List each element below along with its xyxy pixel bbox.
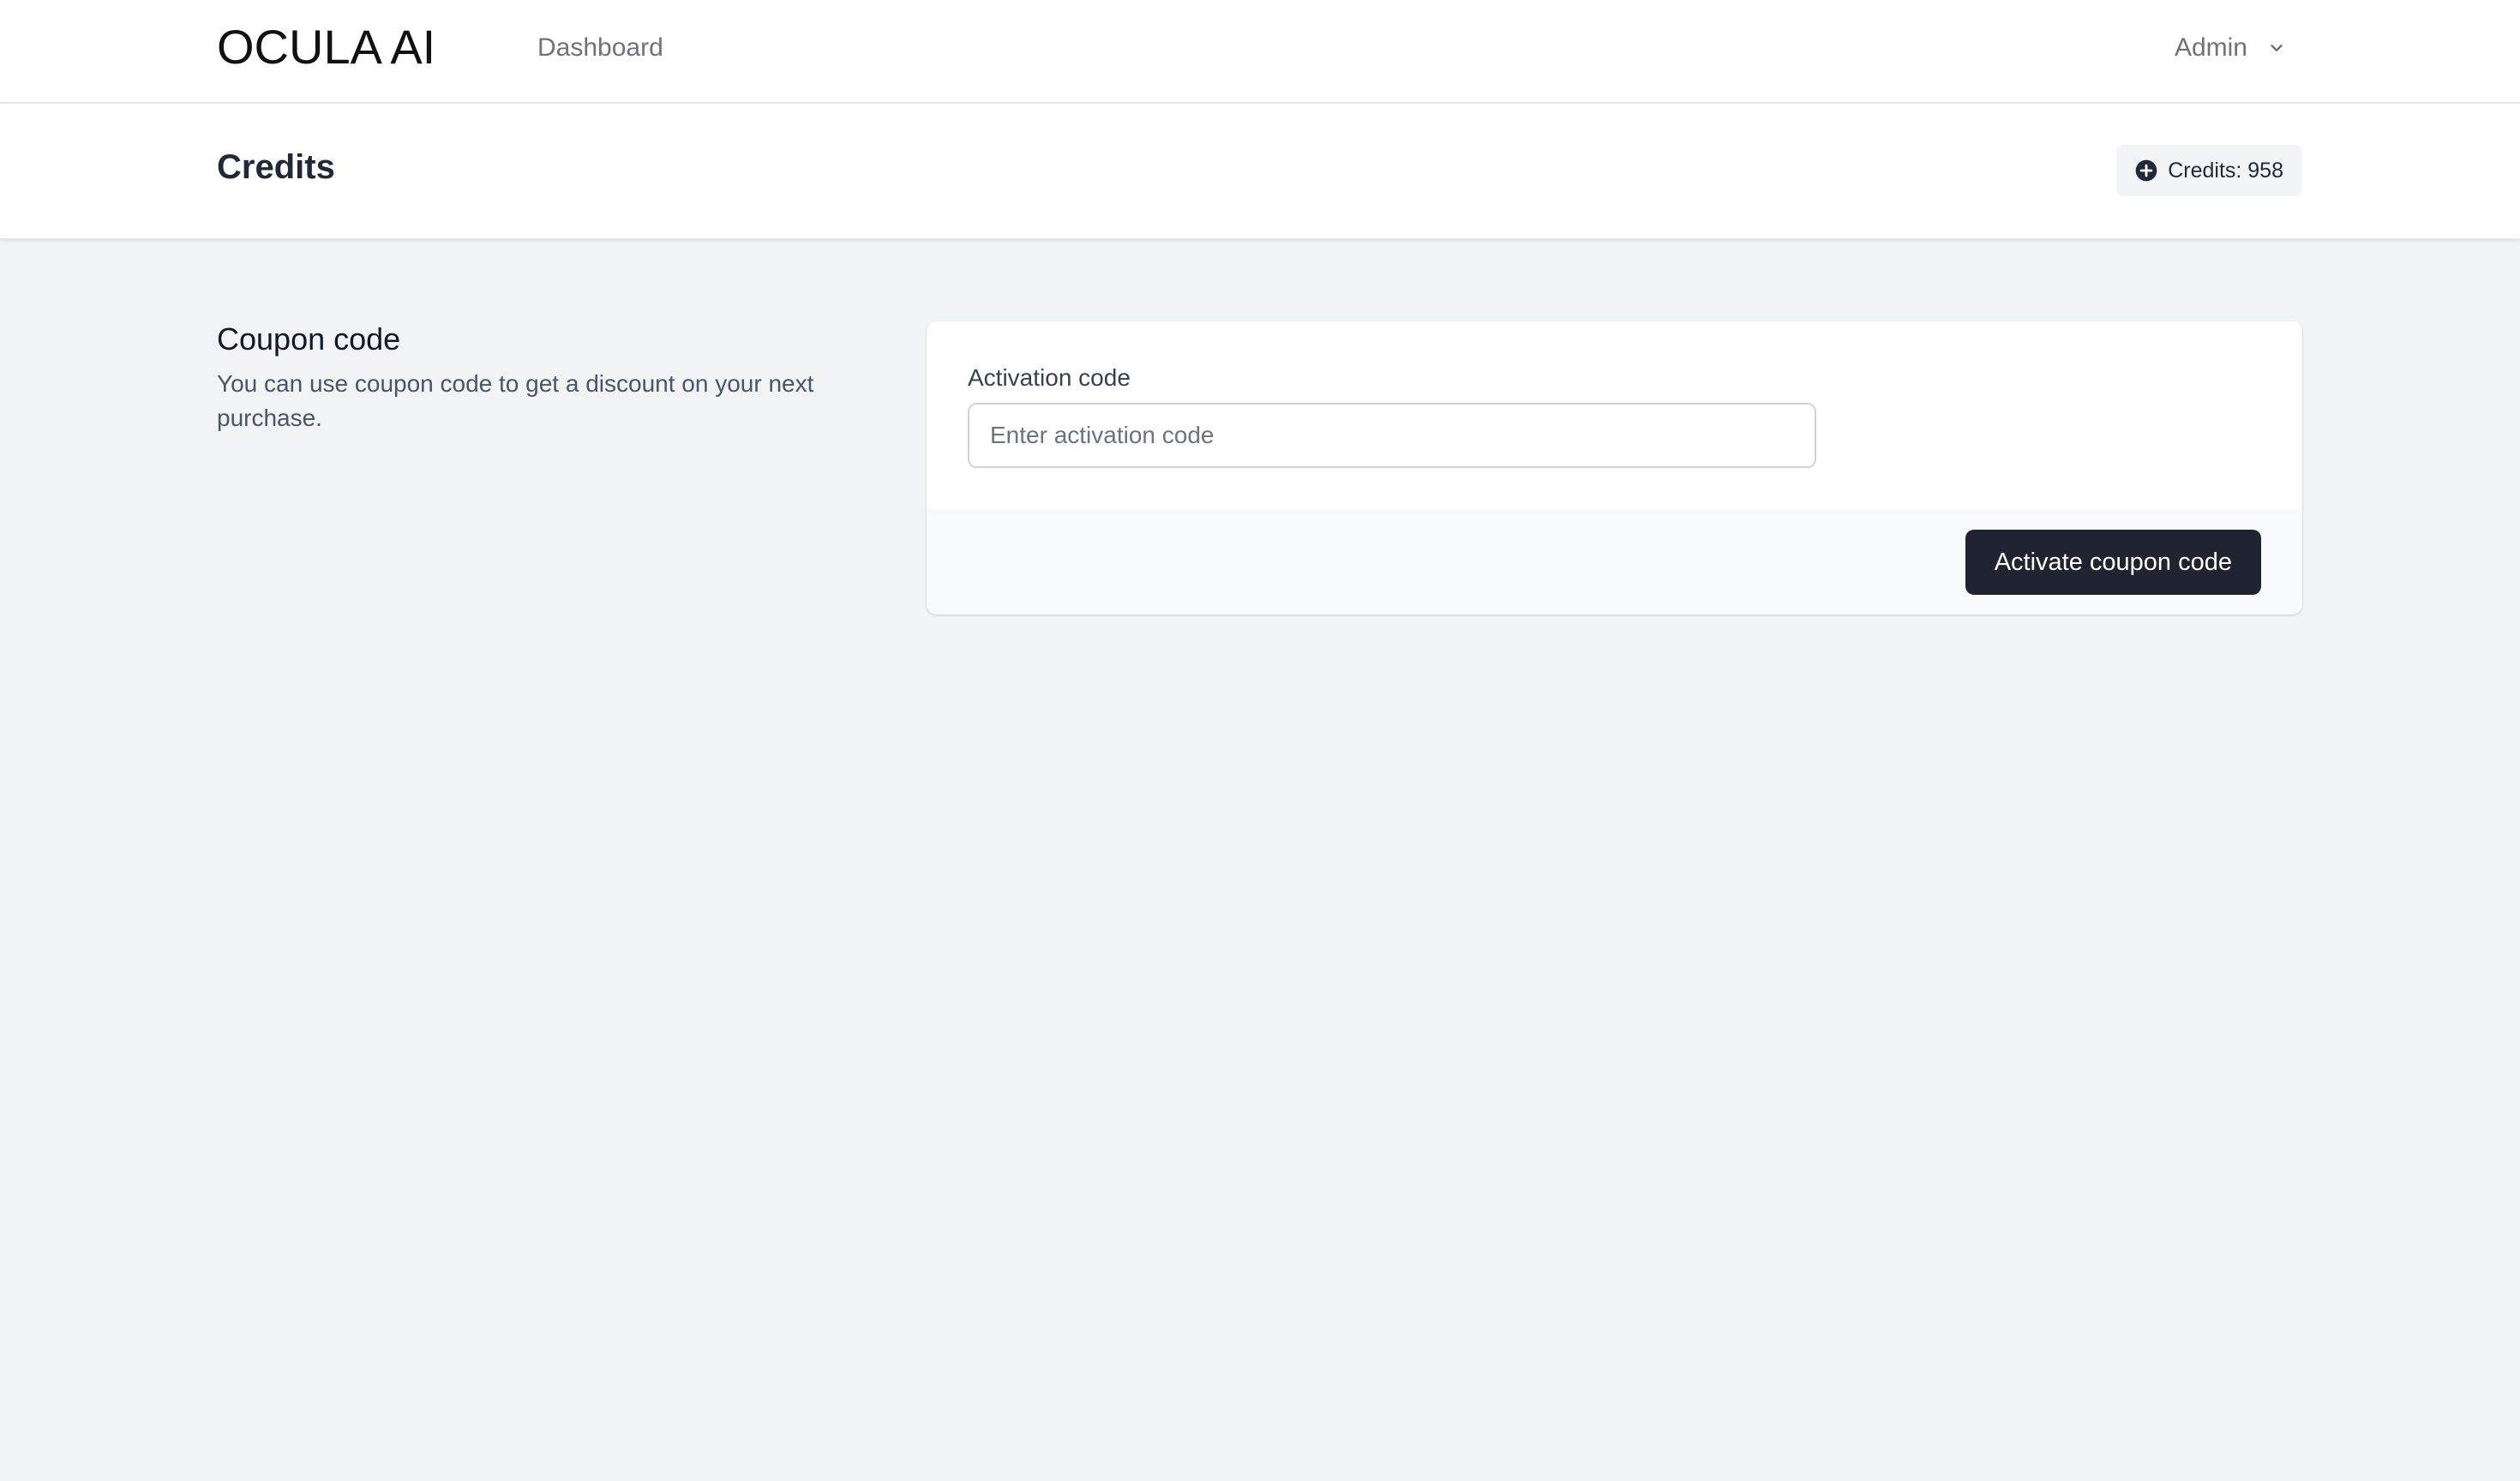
activation-code-label: Activation code: [968, 364, 1131, 391]
chevron-down-icon: [2265, 36, 2289, 60]
user-menu-label: Admin: [2174, 33, 2247, 62]
coupon-section-title: Coupon code: [217, 321, 401, 357]
coupon-section-description: You can use coupon code to get a discoun…: [217, 370, 814, 431]
page-title: Credits: [217, 148, 335, 186]
credits-badge[interactable]: Credits: 958: [2116, 145, 2302, 196]
coupon-form-body: Activation code: [927, 321, 2302, 509]
coupon-section-info: Coupon code You can use coupon code to g…: [217, 319, 868, 435]
coupon-form-card: Activation code Activate coupon code: [927, 321, 2302, 615]
plus-circle-icon: [2135, 159, 2157, 182]
coupon-form-footer: Activate coupon code: [927, 509, 2302, 615]
nav-link-dashboard[interactable]: Dashboard: [537, 31, 663, 65]
top-navigation-bar: OCULA AI Dashboard Admin: [0, 0, 2520, 104]
credits-balance: Credits: 958: [2168, 159, 2283, 183]
page-header: Credits Credits: 958: [0, 104, 2520, 239]
user-menu-button[interactable]: Admin: [2175, 29, 2289, 67]
activation-code-input[interactable]: [968, 403, 1816, 468]
activate-coupon-button[interactable]: Activate coupon code: [1965, 530, 2261, 595]
app-logo[interactable]: OCULA AI: [217, 21, 435, 74]
